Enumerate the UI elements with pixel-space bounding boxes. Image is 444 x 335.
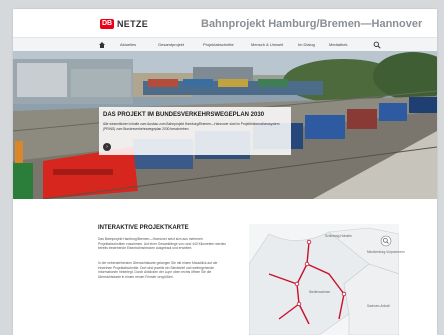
map-graphic <box>248 224 400 335</box>
search-icon[interactable] <box>373 41 381 49</box>
brand-name[interactable]: NETZE <box>117 19 148 29</box>
site-header: DB NETZE Bahnprojekt Hamburg/Bremen—Hann… <box>13 9 437 37</box>
main-nav: Aktuelles Gesamtprojekt Projektabschnitt… <box>13 37 437 52</box>
section-paragraph-1: Das Bahnprojekt Hamburg/Bremen—Hannover … <box>98 237 227 251</box>
db-logo[interactable]: DB <box>100 19 114 29</box>
nav-item-mensch-umwelt[interactable]: Mensch & Umwelt <box>251 38 283 52</box>
hero-banner: DAS PROJEKT IM BUNDESVERKEHRSWEGEPLAN 20… <box>13 51 437 199</box>
section-title: INTERAKTIVE PROJEKTKARTE <box>98 225 189 231</box>
nav-item-im-dialog[interactable]: Im Dialog <box>298 38 315 52</box>
nav-item-gesamtprojekt[interactable]: Gesamtprojekt <box>158 38 184 52</box>
project-title[interactable]: Bahnprojekt Hamburg/Bremen—Hannover <box>201 18 422 30</box>
nav-item-aktuelles[interactable]: Aktuelles <box>120 38 136 52</box>
hero-title: DAS PROJEKT IM BUNDESVERKEHRSWEGEPLAN 20… <box>103 112 265 118</box>
map-label-mecklenburg-vorpommern: Mecklenburg-Vorpommern <box>367 250 405 254</box>
map-label-sachsen-anhalt: Sachsen-Anhalt <box>367 304 390 308</box>
section-paragraph-2: In der nebenstehenden Übersichtskarte ge… <box>98 261 218 279</box>
hero-text: Alle wesentlichen Inhalte zum Ausbau zum… <box>103 122 280 131</box>
hero-teaser-box: DAS PROJEKT IM BUNDESVERKEHRSWEGEPLAN 20… <box>99 107 291 155</box>
home-icon[interactable] <box>98 41 106 49</box>
nav-item-mediathek[interactable]: Mediathek <box>329 38 347 52</box>
hero-arrow-button[interactable]: › <box>103 143 111 151</box>
nav-item-projektabschnitte[interactable]: Projektabschnitte <box>203 38 234 52</box>
map-label-schleswig-holstein: Schleswig-Holstein <box>325 234 352 238</box>
interactive-project-map[interactable]: Schleswig-Holstein Mecklenburg-Vorpommer… <box>248 224 405 335</box>
page: DB NETZE Bahnprojekt Hamburg/Bremen—Hann… <box>13 9 437 335</box>
map-label-niedersachsen: Niedersachsen <box>309 290 331 294</box>
